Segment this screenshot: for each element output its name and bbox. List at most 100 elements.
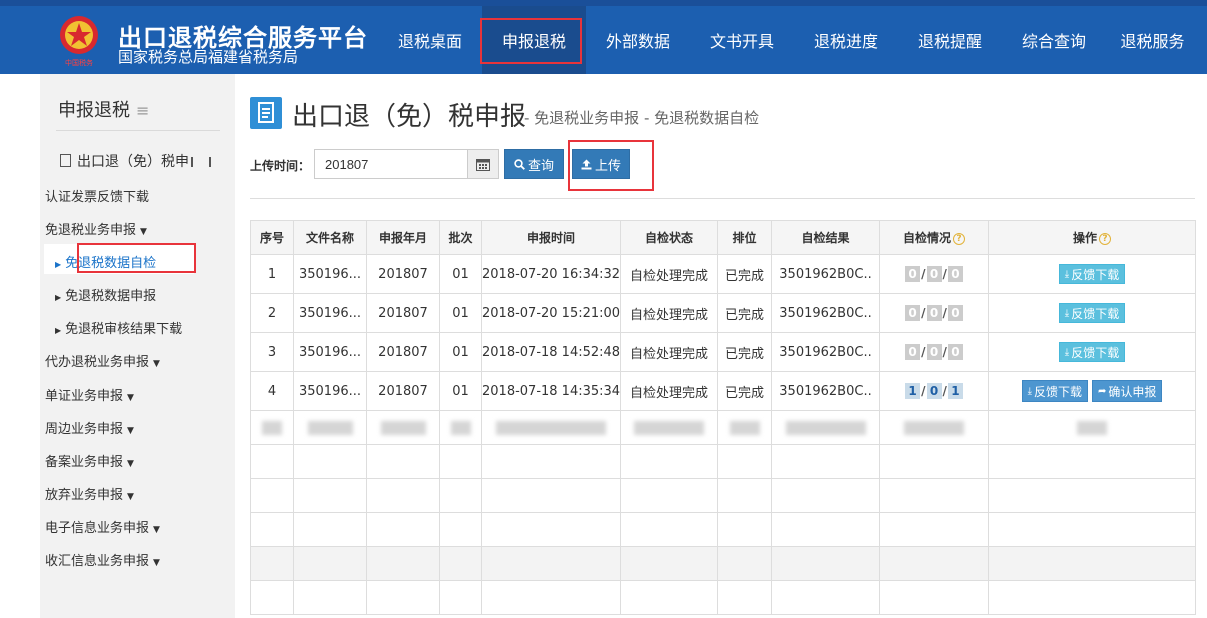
sidebar-divider [56,130,220,131]
nav-refund-service[interactable]: 退税服务 [1106,6,1199,74]
count-separator: / [921,306,926,320]
obscured-cell [439,410,482,445]
empty-cell [988,546,1196,581]
check-result: 3501962B0C.. [771,332,880,372]
sidebar-sub-data-declare[interactable]: ▶ 免退税数据申报 [55,285,156,304]
sidebar-item-label: 电子信息业务申报 [45,521,150,536]
sidebar-sub-label: 免退税数据申报 [65,289,157,304]
count-badges[interactable]: 1/0/1 [905,383,963,399]
triangle-right-icon: ▶ [55,326,62,335]
sidebar-item-filing[interactable]: 备案业务申报 ▼ [45,451,134,470]
help-icon[interactable]: ? [1099,232,1111,245]
feedback-download-button[interactable]: ⤓ 反馈下载 [1021,380,1089,402]
sidebar-item-certificate[interactable]: 单证业务申报 ▼ [45,385,134,404]
sidebar-item-label: 周边业务申报 [45,422,124,437]
empty-cell [879,444,989,479]
obscured-row [250,410,1196,445]
sidebar-item-peripheral[interactable]: 周边业务申报 ▼ [45,418,134,437]
confirm-declare-button[interactable]: ➦ 确认申报 [1092,380,1163,402]
nav-external-data[interactable]: 外部数据 [586,6,690,74]
empty-cell [771,478,880,513]
declare-time: 2018-07-20 16:34:32 [481,254,621,294]
triangle-right-icon: ▶ [55,260,62,269]
empty-cell [439,478,482,513]
row-actions: ⤓ 反馈下载 [988,332,1196,372]
count-badges: 0/0/0 [905,266,963,282]
empty-cell [620,512,718,547]
count-badge: 1 [947,383,963,399]
check-status: 自检处理完成 [620,254,718,294]
empty-cell [439,512,482,547]
empty-cell [717,580,772,615]
count-badge: 0 [947,305,963,321]
sidebar-sub-audit-download[interactable]: ▶ 免退税审核结果下载 [55,318,182,337]
check-counts: 0/0/0 [879,332,989,372]
count-badge: 0 [926,383,942,399]
document-icon [250,97,282,129]
sidebar-root-item[interactable]: 出口退（免）税申 [60,151,211,171]
download-icon: ⤓ [1064,346,1070,358]
breadcrumb: - 免退税业务申报 - 免退税数据自检 [524,109,760,127]
row-number: 4 [250,371,294,411]
empty-cell [293,512,367,547]
nav-documents[interactable]: 文书开具 [690,6,794,74]
upload-time-input[interactable] [314,149,468,179]
calendar-icon[interactable] [467,149,499,179]
sidebar-item-invoice-feedback[interactable]: 认证发票反馈下载 [45,186,149,205]
declare-month: 201807 [366,332,440,372]
upload-button-label: 上传 [594,158,621,174]
declare-time: 2018-07-18 14:52:48 [481,332,621,372]
sidebar-item-label: 收汇信息业务申报 [45,554,150,569]
empty-cell [481,512,621,547]
top-header: 中国税务 出口退税综合服务平台 国家税务总局福建省税务局 退税桌面 申报退税 外… [0,0,1207,74]
sidebar-item-waiver[interactable]: 放弃业务申报 ▼ [45,484,134,503]
row-actions: ⤓ 反馈下载 ➦ 确认申报 [988,371,1196,411]
col-header: 文件名称 [293,220,367,255]
rank-status: 已完成 [717,371,772,411]
caret-down-icon: ▼ [140,227,147,237]
sidebar-item-agent-refund[interactable]: 代办退税业务申报 ▼ [45,351,160,370]
sidebar-item-e-info[interactable]: 电子信息业务申报 ▼ [45,517,160,536]
nav-declare-refund[interactable]: 申报退税 [482,6,586,74]
nav-query[interactable]: 综合查询 [1002,6,1106,74]
sidebar-item-forex[interactable]: 收汇信息业务申报 ▼ [45,550,160,569]
download-icon: ⤓ [1064,268,1070,280]
redaction-blur [729,420,760,435]
sidebar-sub-self-check[interactable]: ▶ 免退税数据自检 [55,252,156,271]
feedback-download-button[interactable]: ⤓ 反馈下载 [1058,264,1126,284]
obscured-cell [250,410,294,445]
col-header: 自检状态 [620,220,718,255]
col-header: 批次 [439,220,482,255]
sidebar-item-refund-business[interactable]: 免退税业务申报 ▼ [45,219,147,238]
nav-refund-reminder[interactable]: 退税提醒 [898,6,1002,74]
svg-text:中国税务: 中国税务 [65,58,93,67]
count-badge: 0 [905,344,921,360]
empty-cell [250,580,294,615]
upload-button[interactable]: 上传 [572,149,630,179]
empty-row [250,478,1196,513]
caret-down-icon: ▼ [153,359,160,369]
nav-refund-progress[interactable]: 退税进度 [794,6,898,74]
col-header-actions: 操作? [988,220,1196,255]
declare-month: 201807 [366,371,440,411]
redaction-blur [634,420,704,435]
redaction-blur [380,420,426,435]
check-result: 3501962B0C.. [771,371,880,411]
feedback-download-button[interactable]: ⤓ 反馈下载 [1058,342,1126,362]
feedback-download-button[interactable]: ⤓ 反馈下载 [1058,303,1126,323]
action-label: 反馈下载 [1071,345,1120,360]
help-icon[interactable]: ? [953,232,965,245]
empty-cell [988,512,1196,547]
count-badge: 0 [947,344,963,360]
share-icon: ➦ [1098,385,1107,397]
triangle-right-icon: ▶ [55,293,62,302]
nav-desktop[interactable]: 退税桌面 [378,6,482,74]
query-button[interactable]: 查询 [504,149,564,179]
content-divider [250,198,1195,199]
empty-cell [366,444,440,479]
rank-status: 已完成 [717,332,772,372]
declare-month: 201807 [366,254,440,294]
empty-row [250,580,1196,615]
empty-cell [879,580,989,615]
menu-icon[interactable]: ≡ [136,101,149,120]
